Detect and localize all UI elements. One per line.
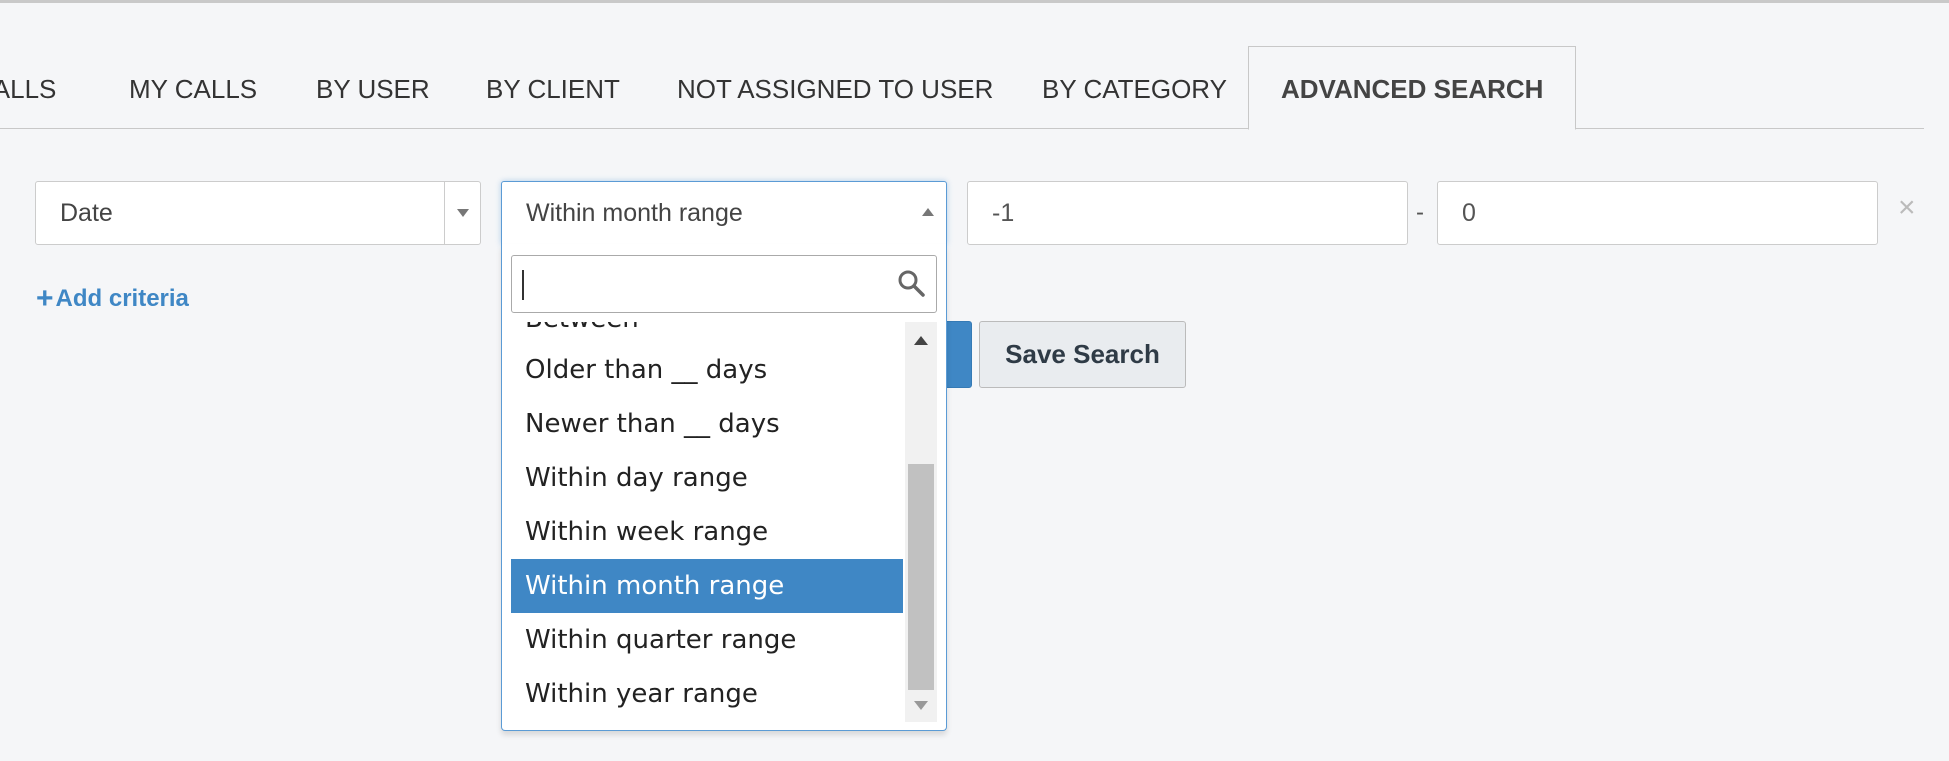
advanced-search-page: CALLS MY CALLS BY USER BY CLIENT NOT ASS… (0, 0, 1949, 761)
criteria-operator-value: Within month range (526, 199, 743, 227)
save-search-button[interactable]: Save Search (979, 321, 1186, 388)
tab-advanced-search[interactable]: ADVANCED SEARCH (1248, 46, 1577, 130)
tab-my-calls[interactable]: MY CALLS (129, 43, 257, 129)
scrollbar-thumb[interactable] (908, 464, 934, 690)
tab-by-category[interactable]: BY CATEGORY (1042, 43, 1227, 129)
operator-dropdown: Between Older than __ days Newer than __… (501, 244, 947, 731)
tab-calls[interactable]: CALLS (0, 43, 56, 129)
dropdown-options: Between Older than __ days Newer than __… (511, 322, 903, 722)
option-newer-than-days[interactable]: Newer than __ days (511, 397, 903, 451)
add-criteria-link[interactable]: +Add criteria (36, 282, 189, 315)
criteria-operator-select[interactable]: Within month range (501, 181, 947, 245)
option-within-month-range[interactable]: Within month range (511, 559, 903, 613)
option-within-day-range[interactable]: Within day range (511, 451, 903, 505)
chevron-down-icon (457, 209, 469, 217)
chevron-up-icon (922, 208, 934, 216)
criteria-field-value: Date (60, 199, 113, 227)
scroll-down-icon[interactable] (914, 701, 928, 710)
criteria-field-select[interactable]: Date (35, 181, 481, 245)
range-to-input[interactable]: 0 (1437, 181, 1878, 245)
tab-by-client[interactable]: BY CLIENT (486, 43, 620, 129)
text-cursor (522, 270, 524, 300)
scroll-up-icon[interactable] (914, 336, 928, 345)
tab-by-user[interactable]: BY USER (316, 43, 430, 129)
option-within-year-range[interactable]: Within year range (511, 667, 903, 721)
range-from-input[interactable]: -1 (967, 181, 1408, 245)
dropdown-scrollbar[interactable] (905, 322, 937, 722)
dropdown-search-input[interactable] (511, 255, 937, 313)
field-select-toggle[interactable] (444, 182, 480, 244)
tab-bar: CALLS MY CALLS BY USER BY CLIENT NOT ASS… (0, 43, 1924, 130)
option-within-week-range[interactable]: Within week range (511, 505, 903, 559)
range-separator: - (1416, 199, 1424, 226)
add-criteria-label: Add criteria (55, 285, 189, 312)
option-older-than-days[interactable]: Older than __ days (511, 343, 903, 397)
plus-icon: + (36, 282, 54, 315)
tab-not-assigned-to-user[interactable]: NOT ASSIGNED TO USER (677, 43, 993, 129)
search-icon (898, 270, 925, 297)
close-icon[interactable]: × (1898, 193, 1916, 223)
option-within-quarter-range[interactable]: Within quarter range (511, 613, 903, 667)
